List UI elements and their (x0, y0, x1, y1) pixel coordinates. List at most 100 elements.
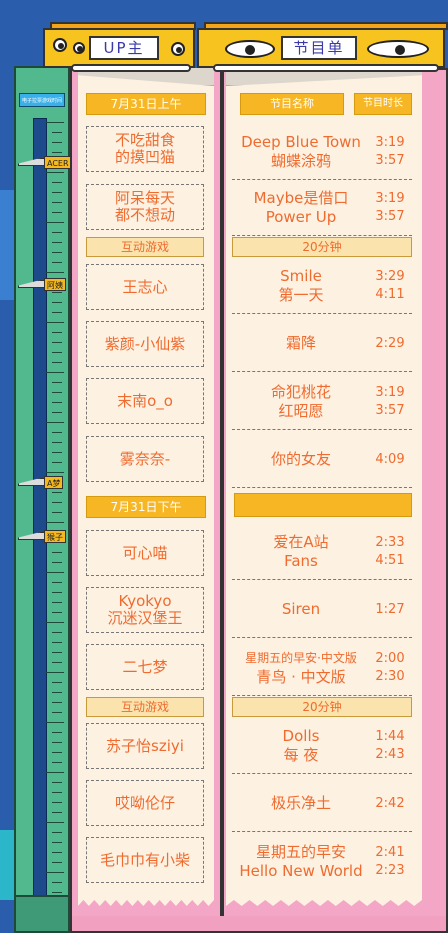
ruler-tick (52, 382, 62, 383)
program-times: 3:19 3:57 (368, 374, 412, 429)
afternoon-header-bar (234, 493, 412, 517)
ruler-tick (52, 562, 62, 563)
ruler-tick (52, 842, 62, 843)
ruler-tick (52, 132, 62, 133)
ruler-tick (52, 452, 62, 453)
ruler-tick (46, 172, 64, 173)
up-card[interactable]: 王志心 (86, 264, 204, 310)
up-name-line: 可心喵 (122, 543, 168, 562)
program-name: Dolls (282, 726, 320, 745)
program-names: 霜降 (232, 316, 370, 371)
ruler-tick (52, 432, 62, 433)
eye-icon (225, 40, 275, 58)
program-row[interactable]: Smile 第一天 3:29 4:11 (232, 258, 412, 314)
program-times: 1:44 2:43 (368, 718, 412, 773)
program-row[interactable]: Siren 1:27 (232, 582, 412, 638)
program-times: 3:19 3:57 (368, 180, 412, 235)
program-duration: 1:44 (375, 728, 405, 744)
date-morning: 7月31日上午 (86, 93, 206, 115)
up-card[interactable]: 哎呦伦仔 (86, 780, 204, 826)
ruler-tick (52, 642, 62, 643)
ruler-tick (46, 622, 64, 623)
program-name: 青鸟 · 中文版 (256, 667, 346, 686)
ruler-tick (52, 202, 62, 203)
ruler-tick (46, 222, 64, 223)
program-name: Maybe是借口 (253, 188, 349, 207)
pupil-icon (77, 46, 83, 52)
program-row[interactable]: Maybe是借口 Power Up 3:19 3:57 (232, 180, 412, 236)
up-name-line: 都不想动 (114, 206, 175, 224)
up-name-line: 二七梦 (122, 657, 168, 676)
program-names: Dolls 每 夜 (232, 718, 370, 773)
panel-bottom (70, 916, 448, 933)
ruler-marker[interactable]: 阿姨 (16, 278, 72, 292)
ruler-tick (52, 362, 62, 363)
program-duration: 1:27 (375, 601, 405, 617)
program-duration: 3:57 (375, 208, 405, 224)
date-afternoon: 7月31日下午 (86, 496, 206, 518)
program-duration: 3:57 (375, 402, 405, 418)
program-duration: 2:33 (375, 534, 405, 550)
program-header-box: 节目单 (197, 28, 445, 72)
ruler-tick (52, 192, 62, 193)
ruler-marker[interactable]: 猴子 (16, 530, 72, 544)
up-card[interactable]: Kyokyo 沉迷汉堡王 (86, 587, 204, 633)
program-row[interactable]: 极乐净土 2:42 (232, 776, 412, 832)
up-header-box: UP主 (43, 28, 195, 72)
up-card[interactable]: 毛巾巾有小柴 (86, 837, 204, 883)
up-name-line: 雾奈奈- (119, 449, 171, 468)
up-name-line: 哎呦伦仔 (114, 793, 175, 812)
up-name-line: 紫颜-小仙紫 (104, 334, 186, 353)
eye-icon (73, 42, 85, 54)
up-name-line: 阿呆每天 (114, 189, 175, 207)
up-card[interactable]: 紫颜-小仙紫 (86, 321, 204, 367)
program-times: 3:19 3:57 (368, 124, 412, 179)
ruler-tick (46, 522, 64, 523)
ruler-tick (52, 712, 62, 713)
ruler-tick (52, 462, 62, 463)
program-row[interactable]: Deep Blue Town 蝴蝶涂鸦 3:19 3:57 (232, 124, 412, 180)
program-times: 3:29 4:11 (368, 258, 412, 313)
up-card[interactable]: 可心喵 (86, 530, 204, 576)
ruler-tick (52, 342, 62, 343)
up-name-line: 沉迷汉堡王 (107, 609, 183, 627)
ruler-tick (52, 742, 62, 743)
ruler-marker[interactable]: ACER (16, 156, 72, 170)
ruler-tick (52, 892, 62, 893)
program-row[interactable]: 星期五的早安·中文版 青鸟 · 中文版 2:00 2:30 (232, 640, 412, 696)
up-card[interactable]: 雾奈奈- (86, 436, 204, 482)
up-card[interactable]: 二七梦 (86, 644, 204, 690)
ruler-tick (46, 272, 64, 273)
program-times: 2:33 4:51 (368, 524, 412, 579)
eye-icon (171, 42, 185, 56)
up-card[interactable]: 末南o_o (86, 378, 204, 424)
ruler-tick (52, 782, 62, 783)
up-name-line: 不吃甜食 (114, 131, 175, 149)
program-duration: 2:30 (375, 668, 405, 684)
up-card[interactable]: 苏子怡sziyi (86, 723, 204, 769)
program-row[interactable]: 星期五的早安 Hello New World 2:41 2:23 (232, 834, 412, 890)
ruler-tick (52, 852, 62, 853)
pupil-icon (176, 47, 182, 53)
pupil-icon (395, 45, 405, 55)
program-name: 红昭愿 (278, 401, 324, 420)
ruler-marker[interactable]: A梦 (16, 476, 72, 490)
paper-slot (71, 64, 191, 72)
up-card[interactable]: 阿呆每天 都不想动 (86, 184, 204, 230)
ruler-tick (52, 692, 62, 693)
ruler-tick (52, 212, 62, 213)
pupil-icon (58, 43, 64, 49)
ruler-tick (52, 592, 62, 593)
section-20min: 20分钟 (232, 697, 412, 717)
ruler-tick (52, 652, 62, 653)
program-row[interactable]: 霜降 2:29 (232, 316, 412, 372)
ruler-tick (52, 332, 62, 333)
ruler-tick (52, 552, 62, 553)
up-card[interactable]: 不吃甜食 的摸凹猫 (86, 126, 204, 172)
program-row[interactable]: 你的女友 4:09 (232, 432, 412, 488)
program-row[interactable]: Dolls 每 夜 1:44 2:43 (232, 718, 412, 774)
program-row[interactable]: 爱在A站 Fans 2:33 4:51 (232, 524, 412, 580)
program-name: 每 夜 (283, 745, 319, 764)
up-name-line: 苏子怡sziyi (106, 736, 184, 755)
program-row[interactable]: 命犯桃花 红昭愿 3:19 3:57 (232, 374, 412, 430)
